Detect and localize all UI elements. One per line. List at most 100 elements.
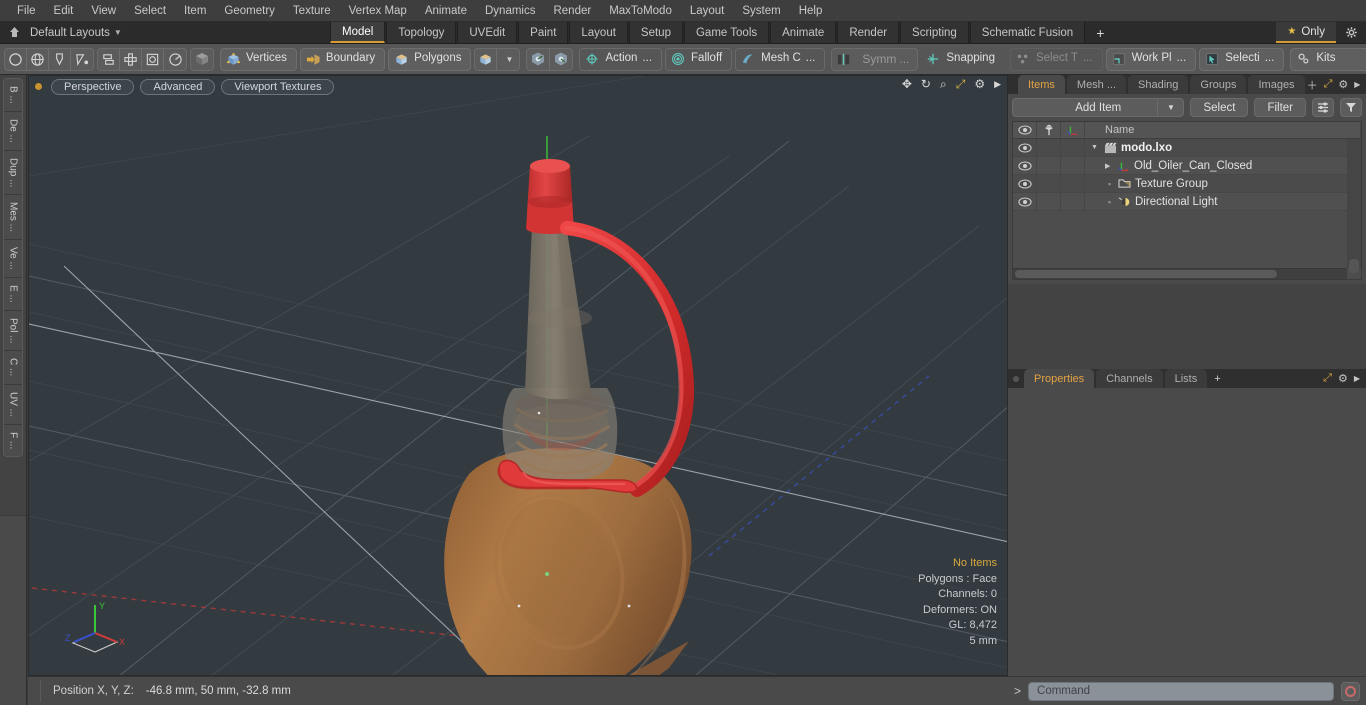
axis-cell[interactable] [1061, 175, 1085, 192]
left-tool-tab-8[interactable]: UV ... [4, 384, 22, 425]
menu-item-select[interactable]: Select [125, 3, 175, 19]
move-icon[interactable]: ✥ [902, 78, 912, 90]
home-icon[interactable] [6, 25, 22, 41]
menu-item-geometry[interactable]: Geometry [215, 3, 284, 19]
globe-icon[interactable] [27, 48, 49, 70]
select-button[interactable]: Select [1190, 98, 1249, 117]
layout-tab-uvedit[interactable]: UVEdit [457, 22, 518, 43]
add-item-button[interactable]: Add Item ▼ [1012, 98, 1185, 117]
sort-icon[interactable] [1312, 98, 1334, 117]
items-tab-mesh[interactable]: Mesh ... [1066, 75, 1127, 94]
symmetry-icon[interactable] [832, 49, 854, 70]
layout-tab-scripting[interactable]: Scripting [900, 22, 969, 43]
left-tool-tab-3[interactable]: Mes ... [4, 195, 22, 241]
menu-item-edit[interactable]: Edit [45, 3, 83, 19]
cube-dropdown-icon[interactable] [475, 48, 498, 70]
frame-icon[interactable] [142, 48, 164, 70]
items-tree-row[interactable]: ▪ Directional Light [1013, 193, 1361, 211]
arrow-right-icon[interactable]: ▶ [1354, 374, 1360, 383]
menu-item-help[interactable]: Help [790, 3, 832, 19]
selection-mode-vertices[interactable]: Vertices [220, 47, 297, 71]
items-tree[interactable]: Name ▼ modo.lxo ▶ Old_Oiler_Can_Closed ▪ Text… [1012, 121, 1362, 280]
gear-icon[interactable] [1336, 22, 1366, 43]
symmetry-label-button[interactable]: Symm... [854, 49, 917, 70]
expand-icon[interactable]: ⤢ [1324, 78, 1333, 91]
items-tree-row-name[interactable]: ▪ Texture Group [1085, 178, 1361, 190]
tree-expander-open-icon[interactable]: ▼ [1091, 144, 1100, 151]
selection-mode-polygons[interactable]: Polygons [388, 47, 472, 71]
items-tab-groups[interactable]: Groups [1190, 75, 1247, 94]
menu-item-maxtomodo[interactable]: MaxToModo [600, 3, 681, 19]
expand-icon[interactable]: ⤢ [1323, 372, 1332, 385]
axis-cell[interactable] [1061, 193, 1085, 210]
only-toggle[interactable]: ★ Only [1276, 22, 1336, 43]
items-tree-hscrollbar[interactable] [1013, 268, 1347, 279]
layout-tab-render[interactable]: Render [837, 22, 900, 43]
circle-icon[interactable] [5, 48, 27, 70]
menu-item-animate[interactable]: Animate [416, 3, 476, 19]
menu-item-item[interactable]: Item [175, 3, 215, 19]
left-tool-tab-7[interactable]: C ... [4, 351, 22, 385]
items-tree-vscrollbar[interactable] [1347, 139, 1361, 273]
left-tool-tab-4[interactable]: Ve ... [4, 240, 22, 278]
axis-cell[interactable] [1061, 157, 1085, 174]
action-center-button[interactable]: Action ... [579, 47, 663, 71]
properties-tab-properties[interactable]: Properties [1024, 369, 1095, 388]
mesh-constraint-button[interactable]: Mesh C ... [735, 47, 826, 71]
panel-handle-dot[interactable] [1013, 375, 1019, 382]
tree-expander-closed-icon[interactable]: ▶ [1105, 162, 1114, 170]
curve-icon[interactable] [71, 49, 93, 70]
chevron-down-icon[interactable]: ▼ [497, 49, 519, 70]
selection-mode-boundary[interactable]: Boundary [299, 47, 386, 71]
add-tab-icon[interactable]: ＋ [1307, 77, 1318, 93]
select-through-button[interactable]: Select T ... [1009, 47, 1103, 71]
zoom-icon[interactable]: ⌕ [940, 78, 947, 90]
visibility-toggle-icon[interactable] [1013, 139, 1037, 156]
layout-tab-paint[interactable]: Paint [518, 22, 569, 43]
gear-icon[interactable]: ⚙ [1338, 372, 1348, 385]
add-properties-tab-button[interactable]: + [1209, 369, 1225, 388]
workplane-snap-icon[interactable] [527, 48, 551, 70]
menu-item-render[interactable]: Render [544, 3, 600, 19]
menu-item-system[interactable]: System [733, 3, 789, 19]
items-tree-row[interactable]: ▼ modo.lxo [1013, 139, 1361, 157]
gear-icon[interactable]: ⚙ [974, 78, 985, 90]
radial-icon[interactable] [164, 49, 186, 70]
3d-viewport[interactable]: Perspective Advanced Viewport Textures ✥… [28, 75, 1008, 676]
properties-tab-channels[interactable]: Channels [1096, 369, 1163, 388]
left-tool-tab-2[interactable]: Dup ... [4, 150, 22, 196]
chevron-down-icon[interactable]: ▼ [1157, 98, 1183, 117]
expand-arrow-icon[interactable]: ▶ [994, 79, 1001, 89]
mode-dropdown-group[interactable]: ▼ [474, 47, 521, 71]
items-tree-row-name[interactable]: ▪ Directional Light [1085, 196, 1361, 208]
gear-icon[interactable]: ⚙ [1338, 78, 1348, 91]
viewport-textures-selector[interactable]: Viewport Textures [221, 78, 335, 95]
funnel-icon[interactable] [1340, 98, 1362, 117]
items-tree-row-name[interactable]: ▶ Old_Oiler_Can_Closed [1085, 160, 1361, 172]
left-tool-tab-5[interactable]: E ... [4, 277, 22, 311]
menu-item-texture[interactable]: Texture [284, 3, 340, 19]
pin-cell[interactable] [1037, 193, 1061, 210]
visibility-toggle-icon[interactable] [1013, 193, 1037, 210]
visibility-toggle-icon[interactable] [1013, 157, 1037, 174]
menu-item-layout[interactable]: Layout [681, 3, 734, 19]
command-input[interactable]: Command [1028, 681, 1334, 701]
selection-set-button[interactable]: Selecti ... [1199, 47, 1285, 71]
falloff-button[interactable]: Falloff [665, 47, 733, 71]
kits-button[interactable]: Kits [1290, 47, 1366, 71]
layout-tab-animate[interactable]: Animate [770, 22, 837, 43]
pin-cell[interactable] [1037, 157, 1061, 174]
arrow-right-icon[interactable]: ▶ [1354, 80, 1360, 89]
layout-tab-model[interactable]: Model [330, 22, 386, 43]
menu-item-file[interactable]: File [8, 3, 45, 19]
layout-tab-topology[interactable]: Topology [386, 22, 457, 43]
left-tool-tab-1[interactable]: De ... [4, 111, 22, 151]
layout-selector[interactable]: Default Layouts ▼ [0, 22, 330, 43]
items-tree-row[interactable]: ▪ Texture Group [1013, 175, 1361, 193]
add-layout-tab-button[interactable]: + [1086, 22, 1115, 43]
items-tab-items[interactable]: Items [1018, 75, 1065, 94]
work-plane-button[interactable]: Work Pl ... [1105, 47, 1197, 71]
items-tree-row-name[interactable]: ▼ modo.lxo [1085, 142, 1361, 154]
left-tool-tab-6[interactable]: Pol ... [4, 310, 22, 352]
layout-tab-layout[interactable]: Layout [569, 22, 628, 43]
